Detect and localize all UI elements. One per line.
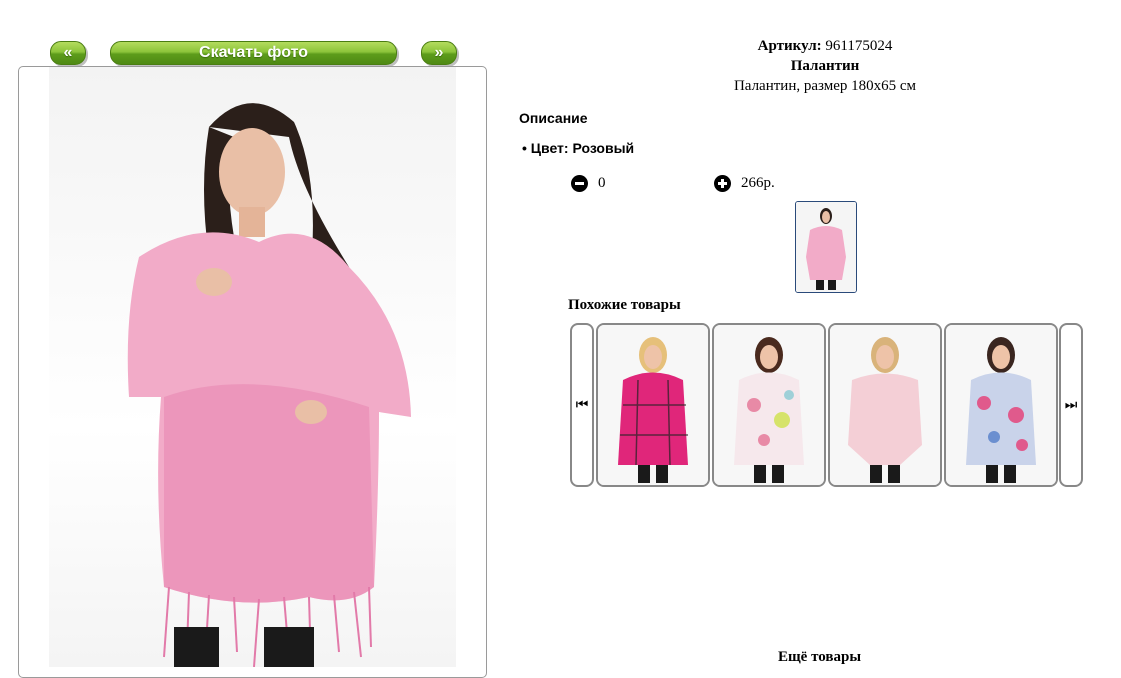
description-title: Описание: [519, 110, 588, 126]
prev-photo-button[interactable]: «: [50, 41, 86, 65]
carousel-prev-button[interactable]: ⏮: [570, 323, 594, 487]
product-subtitle: Палантин, размер 180х65 см: [733, 78, 917, 94]
carousel-next-button[interactable]: ⏭: [1059, 323, 1083, 487]
sku-line: Артикул: 961175024: [600, 38, 1050, 55]
color-label: Цвет:: [530, 140, 569, 156]
product-thumbnail[interactable]: [795, 201, 857, 293]
quantity-value: 0: [598, 175, 606, 191]
color-value: Розовый: [572, 140, 635, 156]
sku-label: Артикул:: [757, 38, 822, 54]
similar-product-card[interactable]: [944, 323, 1058, 487]
floral-blue-scarf-image: [946, 325, 1056, 485]
next-photo-button[interactable]: »: [421, 41, 457, 65]
bullet-icon: •: [522, 140, 527, 156]
price-value: 266р.: [741, 175, 775, 191]
similar-products-title: Похожие товары: [568, 297, 681, 313]
price-control: 266р.: [714, 175, 775, 192]
product-name: Палантин: [790, 58, 860, 74]
minus-icon[interactable]: [571, 175, 588, 192]
pink-checked-scarf-image: [598, 325, 708, 485]
similar-product-card[interactable]: [596, 323, 710, 487]
quantity-control: 0: [571, 175, 606, 192]
light-pink-scarf-image: [830, 325, 940, 485]
download-photo-button[interactable]: Скачать фото: [110, 41, 397, 65]
thumbnail-image: [796, 202, 856, 292]
similar-product-card[interactable]: [828, 323, 942, 487]
skip-back-icon: ⏮: [575, 397, 589, 413]
model-in-pink-stole-image: [127, 103, 411, 668]
plus-icon[interactable]: [714, 175, 731, 192]
similar-product-card[interactable]: [712, 323, 826, 487]
skip-forward-icon: ⏭: [1064, 397, 1078, 413]
color-line: • Цвет: Розовый: [522, 140, 634, 156]
floral-white-scarf-image: [714, 325, 824, 485]
product-photo[interactable]: [49, 67, 456, 668]
sku-value: 961175024: [825, 38, 893, 54]
main-photo-frame: [18, 66, 487, 678]
